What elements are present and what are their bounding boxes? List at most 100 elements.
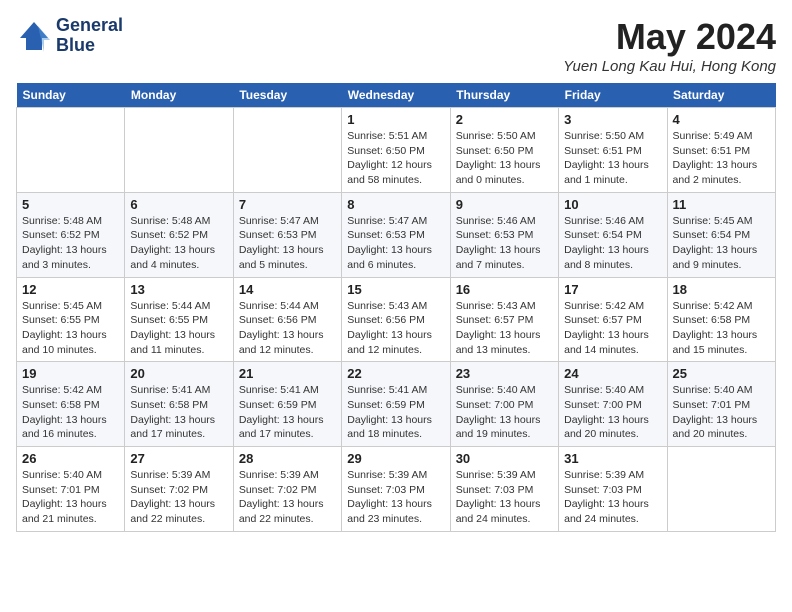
day-number: 12 <box>22 282 119 297</box>
calendar-cell: 1 Sunrise: 5:51 AM Sunset: 6:50 PM Daylig… <box>342 108 450 193</box>
day-number: 2 <box>456 112 553 127</box>
weekday-header-tuesday: Tuesday <box>233 83 341 108</box>
day-number: 8 <box>347 197 444 212</box>
day-number: 17 <box>564 282 661 297</box>
day-info: Sunrise: 5:46 AM Sunset: 6:54 PM Dayligh… <box>564 214 661 273</box>
day-number: 23 <box>456 366 553 381</box>
day-info: Sunrise: 5:41 AM Sunset: 6:58 PM Dayligh… <box>130 383 227 442</box>
day-number: 9 <box>456 197 553 212</box>
day-info: Sunrise: 5:39 AM Sunset: 7:02 PM Dayligh… <box>239 468 336 527</box>
calendar-cell: 19 Sunrise: 5:42 AM Sunset: 6:58 PM Dayli… <box>17 362 125 447</box>
calendar-cell: 28 Sunrise: 5:39 AM Sunset: 7:02 PM Dayli… <box>233 447 341 532</box>
week-row-2: 5 Sunrise: 5:48 AM Sunset: 6:52 PM Daylig… <box>17 192 776 277</box>
weekday-header-saturday: Saturday <box>667 83 775 108</box>
day-info: Sunrise: 5:39 AM Sunset: 7:03 PM Dayligh… <box>456 468 553 527</box>
calendar-cell: 20 Sunrise: 5:41 AM Sunset: 6:58 PM Dayli… <box>125 362 233 447</box>
day-number: 28 <box>239 451 336 466</box>
calendar-cell: 15 Sunrise: 5:43 AM Sunset: 6:56 PM Dayli… <box>342 277 450 362</box>
calendar-cell: 21 Sunrise: 5:41 AM Sunset: 6:59 PM Dayli… <box>233 362 341 447</box>
day-info: Sunrise: 5:45 AM Sunset: 6:54 PM Dayligh… <box>673 214 770 273</box>
calendar-cell: 29 Sunrise: 5:39 AM Sunset: 7:03 PM Dayli… <box>342 447 450 532</box>
logo: General Blue <box>16 16 123 56</box>
weekday-header-friday: Friday <box>559 83 667 108</box>
day-info: Sunrise: 5:42 AM Sunset: 6:57 PM Dayligh… <box>564 299 661 358</box>
calendar-cell: 3 Sunrise: 5:50 AM Sunset: 6:51 PM Daylig… <box>559 108 667 193</box>
day-number: 7 <box>239 197 336 212</box>
day-info: Sunrise: 5:50 AM Sunset: 6:50 PM Dayligh… <box>456 129 553 188</box>
day-number: 3 <box>564 112 661 127</box>
day-info: Sunrise: 5:40 AM Sunset: 7:00 PM Dayligh… <box>456 383 553 442</box>
day-number: 21 <box>239 366 336 381</box>
calendar-cell: 9 Sunrise: 5:46 AM Sunset: 6:53 PM Daylig… <box>450 192 558 277</box>
day-number: 10 <box>564 197 661 212</box>
calendar-cell: 24Sunrise: 5:40 AM Sunset: 7:00 PM Dayli… <box>559 362 667 447</box>
day-info: Sunrise: 5:47 AM Sunset: 6:53 PM Dayligh… <box>347 214 444 273</box>
calendar-cell <box>667 447 775 532</box>
weekday-header-thursday: Thursday <box>450 83 558 108</box>
day-info: Sunrise: 5:39 AM Sunset: 7:03 PM Dayligh… <box>347 468 444 527</box>
calendar-cell: 30 Sunrise: 5:39 AM Sunset: 7:03 PM Dayli… <box>450 447 558 532</box>
day-info: Sunrise: 5:40 AM Sunset: 7:00 PM Dayligh… <box>564 383 661 442</box>
day-info: Sunrise: 5:50 AM Sunset: 6:51 PM Dayligh… <box>564 129 661 188</box>
week-row-1: 1 Sunrise: 5:51 AM Sunset: 6:50 PM Daylig… <box>17 108 776 193</box>
day-number: 5 <box>22 197 119 212</box>
calendar-cell: 4Sunrise: 5:49 AM Sunset: 6:51 PM Daylig… <box>667 108 775 193</box>
day-number: 25 <box>673 366 770 381</box>
calendar-cell: 16 Sunrise: 5:43 AM Sunset: 6:57 PM Dayli… <box>450 277 558 362</box>
calendar-cell: 17 Sunrise: 5:42 AM Sunset: 6:57 PM Dayli… <box>559 277 667 362</box>
day-number: 26 <box>22 451 119 466</box>
day-info: Sunrise: 5:47 AM Sunset: 6:53 PM Dayligh… <box>239 214 336 273</box>
day-info: Sunrise: 5:45 AM Sunset: 6:55 PM Dayligh… <box>22 299 119 358</box>
day-number: 11 <box>673 197 770 212</box>
location: Yuen Long Kau Hui, Hong Kong <box>563 58 776 75</box>
day-number: 29 <box>347 451 444 466</box>
day-info: Sunrise: 5:43 AM Sunset: 6:57 PM Dayligh… <box>456 299 553 358</box>
day-number: 27 <box>130 451 227 466</box>
day-info: Sunrise: 5:44 AM Sunset: 6:55 PM Dayligh… <box>130 299 227 358</box>
day-number: 15 <box>347 282 444 297</box>
calendar-cell: 12 Sunrise: 5:45 AM Sunset: 6:55 PM Dayli… <box>17 277 125 362</box>
day-info: Sunrise: 5:48 AM Sunset: 6:52 PM Dayligh… <box>130 214 227 273</box>
day-number: 16 <box>456 282 553 297</box>
day-info: Sunrise: 5:48 AM Sunset: 6:52 PM Dayligh… <box>22 214 119 273</box>
weekday-header-wednesday: Wednesday <box>342 83 450 108</box>
calendar-cell: 27 Sunrise: 5:39 AM Sunset: 7:02 PM Dayli… <box>125 447 233 532</box>
day-info: Sunrise: 5:42 AM Sunset: 6:58 PM Dayligh… <box>22 383 119 442</box>
day-info: Sunrise: 5:41 AM Sunset: 6:59 PM Dayligh… <box>239 383 336 442</box>
logo-icon <box>16 18 52 54</box>
day-info: Sunrise: 5:39 AM Sunset: 7:02 PM Dayligh… <box>130 468 227 527</box>
day-info: Sunrise: 5:42 AM Sunset: 6:58 PM Dayligh… <box>673 299 770 358</box>
day-number: 19 <box>22 366 119 381</box>
day-number: 18 <box>673 282 770 297</box>
day-number: 30 <box>456 451 553 466</box>
day-info: Sunrise: 5:51 AM Sunset: 6:50 PM Dayligh… <box>347 129 444 188</box>
day-info: Sunrise: 5:40 AM Sunset: 7:01 PM Dayligh… <box>673 383 770 442</box>
month-title: May 2024 <box>563 16 776 58</box>
weekday-header-row: SundayMondayTuesdayWednesdayThursdayFrid… <box>17 83 776 108</box>
week-row-3: 12 Sunrise: 5:45 AM Sunset: 6:55 PM Dayli… <box>17 277 776 362</box>
calendar-cell: 25 Sunrise: 5:40 AM Sunset: 7:01 PM Dayli… <box>667 362 775 447</box>
day-info: Sunrise: 5:46 AM Sunset: 6:53 PM Dayligh… <box>456 214 553 273</box>
day-info: Sunrise: 5:40 AM Sunset: 7:01 PM Dayligh… <box>22 468 119 527</box>
calendar-cell: 7 Sunrise: 5:47 AM Sunset: 6:53 PM Daylig… <box>233 192 341 277</box>
logo-text: General Blue <box>56 16 123 56</box>
calendar-table: SundayMondayTuesdayWednesdayThursdayFrid… <box>16 83 776 532</box>
day-number: 22 <box>347 366 444 381</box>
calendar-cell: 26 Sunrise: 5:40 AM Sunset: 7:01 PM Dayli… <box>17 447 125 532</box>
calendar-cell: 2 Sunrise: 5:50 AM Sunset: 6:50 PM Daylig… <box>450 108 558 193</box>
calendar-cell: 13 Sunrise: 5:44 AM Sunset: 6:55 PM Dayli… <box>125 277 233 362</box>
day-number: 1 <box>347 112 444 127</box>
day-number: 4 <box>673 112 770 127</box>
title-block: May 2024 Yuen Long Kau Hui, Hong Kong <box>563 16 776 75</box>
calendar-cell: 11 Sunrise: 5:45 AM Sunset: 6:54 PM Dayli… <box>667 192 775 277</box>
calendar-cell: 10 Sunrise: 5:46 AM Sunset: 6:54 PM Dayli… <box>559 192 667 277</box>
day-number: 6 <box>130 197 227 212</box>
day-number: 20 <box>130 366 227 381</box>
calendar-cell <box>233 108 341 193</box>
calendar-cell <box>17 108 125 193</box>
calendar-cell: 8 Sunrise: 5:47 AM Sunset: 6:53 PM Daylig… <box>342 192 450 277</box>
day-number: 13 <box>130 282 227 297</box>
week-row-4: 19 Sunrise: 5:42 AM Sunset: 6:58 PM Dayli… <box>17 362 776 447</box>
day-info: Sunrise: 5:43 AM Sunset: 6:56 PM Dayligh… <box>347 299 444 358</box>
calendar-cell: 31Sunrise: 5:39 AM Sunset: 7:03 PM Dayli… <box>559 447 667 532</box>
